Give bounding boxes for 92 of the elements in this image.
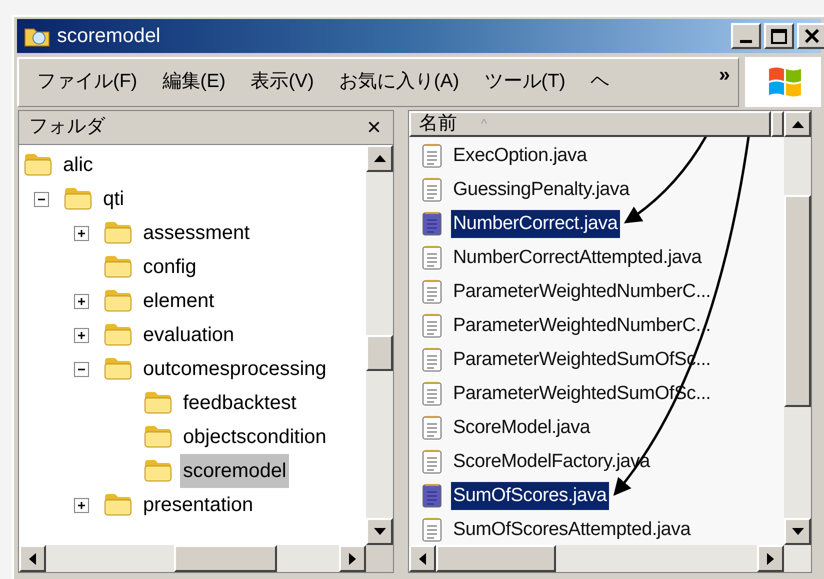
document-icon (421, 279, 443, 305)
expand-icon[interactable] (74, 498, 89, 512)
document-icon (421, 211, 443, 237)
more-chevron[interactable]: » (718, 60, 730, 90)
left-arrow-icon (419, 552, 426, 564)
scroll-thumb[interactable] (174, 545, 277, 572)
tree-item[interactable]: feedbacktest (180, 386, 300, 420)
collapse-icon[interactable] (74, 362, 89, 376)
tree-item[interactable]: assessment (140, 216, 253, 250)
up-arrow-icon (374, 155, 386, 162)
column-header[interactable] (771, 111, 784, 137)
up-arrow-icon (792, 120, 804, 128)
scrollbar-corner (366, 545, 393, 572)
folder-icon (64, 186, 94, 212)
scroll-left-button[interactable] (409, 545, 436, 572)
folder-icon (144, 424, 174, 450)
tree-item[interactable]: presentation (140, 488, 256, 522)
document-icon (421, 449, 443, 475)
window-title: scoremodel (57, 24, 160, 49)
close-button[interactable] (797, 23, 824, 49)
file-name[interactable]: ParameterWeightedNumberC... (451, 278, 713, 306)
document-icon (421, 143, 443, 169)
name-column-header[interactable]: 名前 ^ (409, 111, 771, 137)
menu-item[interactable]: ヘ (578, 68, 622, 97)
folder-icon (24, 152, 54, 178)
minimize-button[interactable] (731, 23, 761, 49)
vertical-scrollbar[interactable] (366, 145, 393, 545)
tree-item[interactable]: alic (60, 148, 96, 182)
file-name[interactable]: NumberCorrect.java (451, 210, 620, 238)
scroll-left-button[interactable] (19, 545, 46, 572)
scroll-down-button[interactable] (784, 518, 811, 545)
maximize-button[interactable] (764, 23, 794, 49)
tree-item[interactable]: scoremodel (180, 454, 290, 488)
document-icon (421, 483, 443, 509)
folder-icon (144, 390, 174, 416)
tree-item[interactable]: config (140, 250, 200, 284)
down-arrow-icon (374, 528, 386, 535)
file-name[interactable]: ExecOption.java (451, 142, 589, 170)
scroll-right-button[interactable] (339, 545, 366, 572)
tree-item[interactable]: outcomesprocessing (140, 352, 330, 386)
folder-icon (104, 356, 134, 382)
tree-item[interactable]: evaluation (140, 318, 238, 352)
folder-icon (104, 492, 134, 518)
folder-icon (104, 288, 134, 314)
document-icon (421, 177, 443, 203)
close-icon (804, 29, 820, 43)
minimize-icon (740, 40, 752, 43)
document-icon (421, 381, 443, 407)
menu-item[interactable]: 表示(V) (238, 68, 326, 97)
tree-item[interactable]: element (140, 284, 218, 318)
folder-icon (104, 254, 134, 280)
pane-title: フォルダ (29, 115, 105, 140)
vertical-scrollbar[interactable] (784, 111, 811, 545)
menu-item[interactable]: ツール(T) (472, 68, 578, 97)
menu-item[interactable]: ファイル(F) (25, 68, 150, 97)
right-arrow-icon (349, 552, 356, 564)
close-pane-button[interactable]: × (366, 116, 381, 140)
maximize-icon (771, 28, 787, 44)
expand-icon[interactable] (74, 294, 89, 308)
file-name[interactable]: NumberCorrectAttempted.java (451, 244, 704, 272)
collapse-icon[interactable] (34, 192, 49, 206)
windows-logo-icon (767, 65, 803, 99)
expand-icon[interactable] (74, 226, 89, 240)
horizontal-scrollbar[interactable] (409, 545, 811, 572)
menu-item[interactable]: お気に入り(A) (326, 68, 472, 97)
tree-item[interactable]: objectscondition (180, 420, 330, 454)
scroll-down-button[interactable] (366, 518, 393, 545)
folder-icon (104, 322, 134, 348)
menu-item[interactable]: 編集(E) (150, 68, 238, 97)
scroll-up-button[interactable] (366, 145, 393, 172)
document-icon (421, 245, 443, 271)
file-name[interactable]: ScoreModel.java (451, 414, 592, 442)
file-name[interactable]: GuessingPenalty.java (451, 176, 632, 204)
document-icon (421, 347, 443, 373)
scroll-right-button[interactable] (757, 545, 784, 572)
horizontal-scrollbar[interactable] (19, 545, 366, 572)
scroll-thumb[interactable] (436, 545, 556, 572)
folder-icon (104, 220, 134, 246)
document-icon (421, 517, 443, 543)
scroll-up-button[interactable] (784, 111, 811, 137)
down-arrow-icon (792, 528, 804, 535)
scroll-thumb[interactable] (784, 195, 811, 407)
file-name[interactable]: SumOfScoresAttempted.java (451, 516, 692, 544)
tree-item[interactable]: qti (100, 182, 128, 216)
left-arrow-icon (29, 552, 36, 564)
folder-icon (144, 458, 174, 484)
right-arrow-icon (767, 552, 774, 564)
document-icon (421, 313, 443, 339)
scroll-thumb[interactable] (366, 335, 393, 371)
expand-icon[interactable] (74, 328, 89, 342)
file-name[interactable]: SumOfScores.java (451, 482, 609, 510)
document-icon (421, 415, 443, 441)
